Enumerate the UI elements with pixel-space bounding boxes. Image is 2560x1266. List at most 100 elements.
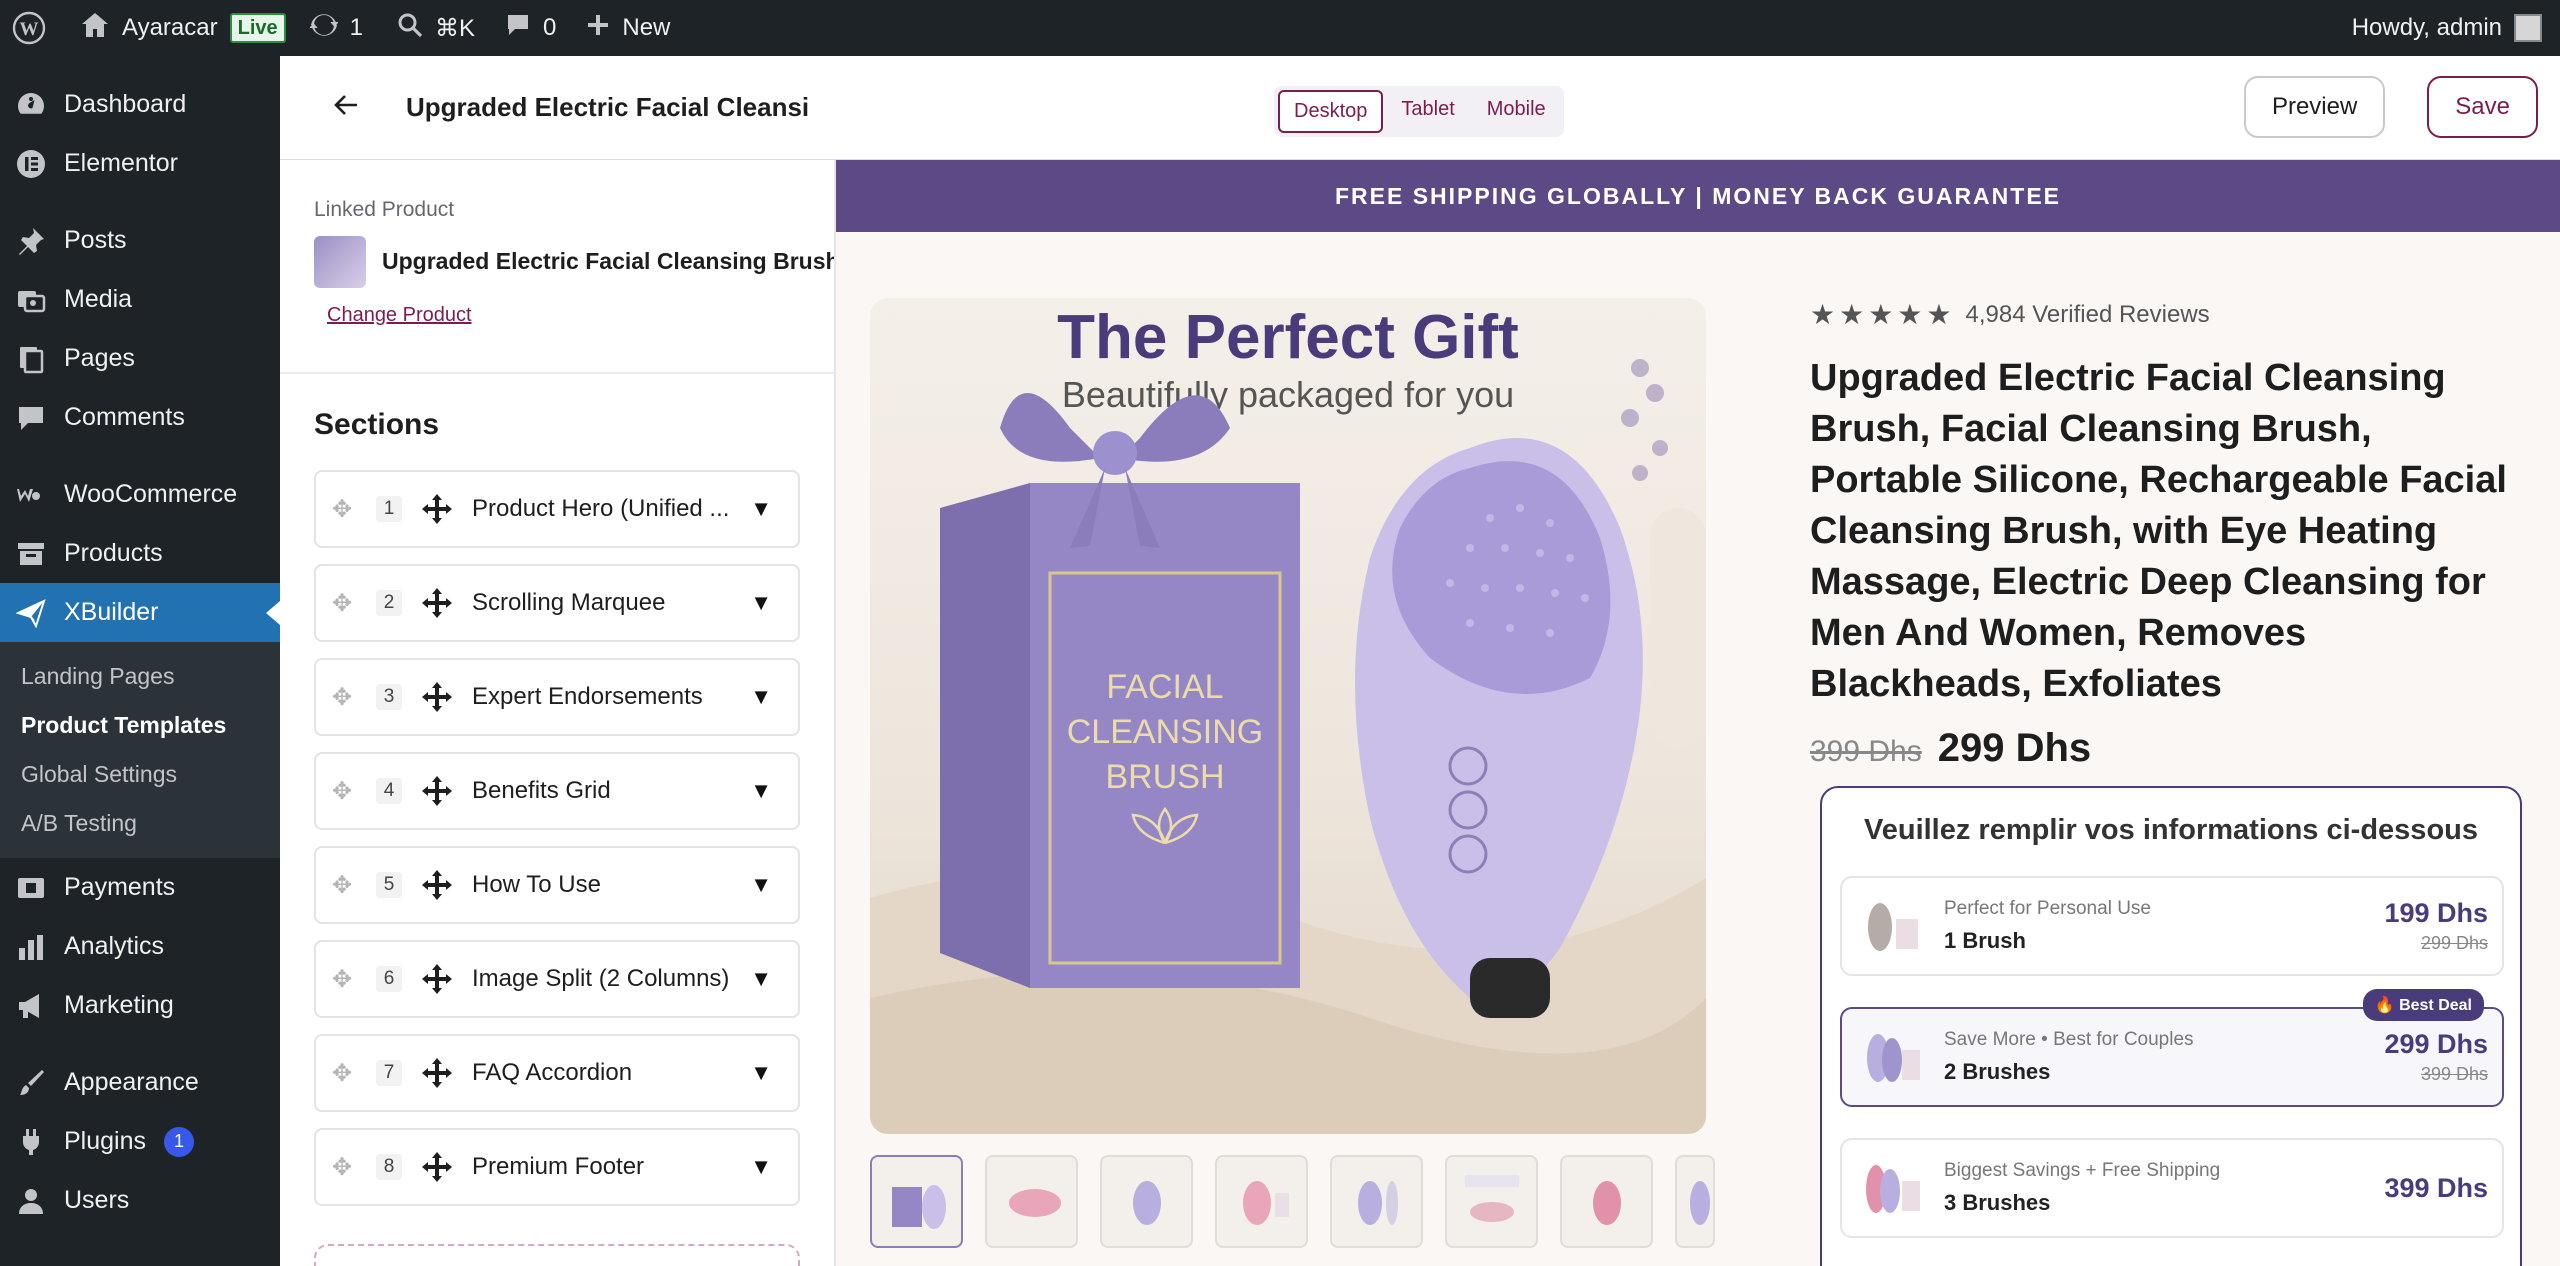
new-content-link[interactable]: New: [568, 0, 682, 56]
back-button[interactable]: [326, 88, 366, 128]
menu-posts[interactable]: Posts: [0, 211, 280, 270]
bundle-name: 1 Brush: [1944, 928, 2026, 953]
bundle-subtitle: Perfect for Personal Use: [1944, 898, 2151, 919]
section-row[interactable]: ✥ 4 Benefits Grid ▼: [314, 752, 800, 830]
thumbnail[interactable]: [1560, 1155, 1653, 1248]
menu-elementor[interactable]: Elementor: [0, 134, 280, 193]
menu-plugins[interactable]: Plugins 1: [0, 1112, 280, 1171]
chevron-down-icon[interactable]: ▼: [750, 778, 772, 804]
move-arrows-icon: [420, 774, 454, 808]
wordpress-logo-icon[interactable]: W: [0, 0, 58, 56]
bundle-option[interactable]: Perfect for Personal Use 1 Brush 199 Dhs…: [1840, 876, 2504, 976]
menu-label: Appearance: [64, 1068, 199, 1096]
svg-text:BRUSH: BRUSH: [1105, 758, 1224, 796]
menu-label: Pages: [64, 344, 135, 372]
drag-handle-icon[interactable]: ✥: [332, 965, 362, 994]
chevron-down-icon[interactable]: ▼: [750, 872, 772, 898]
plus-icon: [586, 13, 610, 44]
site-name-link[interactable]: Ayaracar Live: [58, 0, 298, 56]
save-button[interactable]: Save: [2427, 76, 2538, 138]
add-section-dropzone[interactable]: [314, 1244, 800, 1266]
product-title: Upgraded Electric Facial Cleansing Brush…: [1810, 357, 2507, 705]
menu-woocommerce[interactable]: WooCommerce: [0, 465, 280, 524]
menu-xbuilder[interactable]: XBuilder: [0, 583, 280, 642]
preview-canvas: FREE SHIPPING GLOBALLY | MONEY BACK GUAR…: [836, 160, 2560, 1266]
drag-handle-icon[interactable]: ✥: [332, 871, 362, 900]
thumbnail[interactable]: [1215, 1155, 1308, 1248]
move-arrows-icon: [420, 586, 454, 620]
submenu-landing-pages[interactable]: Landing Pages: [0, 652, 280, 701]
chevron-down-icon[interactable]: ▼: [750, 496, 772, 522]
elementor-icon: [16, 149, 46, 179]
drag-handle-icon[interactable]: ✥: [332, 589, 362, 618]
menu-dashboard[interactable]: Dashboard: [0, 75, 280, 134]
howdy-text: Howdy, admin: [2351, 14, 2502, 41]
drag-handle-icon[interactable]: ✥: [332, 683, 362, 712]
menu-pages[interactable]: Pages: [0, 329, 280, 388]
chevron-down-icon[interactable]: ▼: [750, 684, 772, 710]
section-row[interactable]: ✥ 8 Premium Footer ▼: [314, 1128, 800, 1206]
account-menu[interactable]: Howdy, admin: [2352, 14, 2560, 42]
device-mobile-button[interactable]: Mobile: [1473, 90, 1560, 133]
thumbnail[interactable]: [1100, 1155, 1193, 1248]
chevron-down-icon[interactable]: ▼: [750, 1154, 772, 1180]
drag-handle-icon[interactable]: ✥: [332, 1059, 362, 1088]
thumbnail[interactable]: [1445, 1155, 1538, 1248]
menu-marketing[interactable]: Marketing: [0, 976, 280, 1035]
thumbnail[interactable]: [985, 1155, 1078, 1248]
menu-label: Products: [64, 539, 163, 567]
section-name: FAQ Accordion: [472, 1059, 633, 1086]
menu-appearance[interactable]: Appearance: [0, 1053, 280, 1112]
section-row[interactable]: ✥ 1 Product Hero (Unified ... ▼: [314, 470, 800, 548]
change-product-link[interactable]: Change Product: [327, 304, 472, 327]
drag-handle-icon[interactable]: ✥: [332, 1153, 362, 1182]
section-name: Product Hero (Unified ...: [472, 495, 730, 522]
menu-media[interactable]: Media: [0, 270, 280, 329]
device-desktop-button[interactable]: Desktop: [1278, 90, 1384, 133]
device-tablet-button[interactable]: Tablet: [1387, 90, 1468, 133]
menu-products[interactable]: Products: [0, 524, 280, 583]
thumbnail[interactable]: [870, 1155, 963, 1248]
search-icon: [397, 12, 423, 45]
bundle-option[interactable]: Biggest Savings + Free Shipping 3 Brushe…: [1840, 1138, 2504, 1238]
section-row[interactable]: ✥ 2 Scrolling Marquee ▼: [314, 564, 800, 642]
search-link[interactable]: ⌘K: [375, 0, 487, 56]
pages-icon: [16, 344, 46, 374]
product-main-image[interactable]: The Perfect Gift Beautifully packaged fo…: [870, 298, 1706, 1134]
menu-payments[interactable]: Payments: [0, 858, 280, 917]
section-row[interactable]: ✥ 7 FAQ Accordion ▼: [314, 1034, 800, 1112]
preview-button[interactable]: Preview: [2243, 76, 2386, 138]
submenu-product-templates[interactable]: Product Templates: [0, 701, 280, 750]
menu-analytics[interactable]: Analytics: [0, 917, 280, 976]
bundle-option-selected[interactable]: 🔥 Best Deal Save More • Best for Couples…: [1840, 989, 2504, 1107]
submenu-global-settings[interactable]: Global Settings: [0, 750, 280, 799]
image-thumbnails: [870, 1155, 1715, 1248]
menu-label: Dashboard: [64, 90, 187, 118]
thumbnail[interactable]: [1675, 1155, 1715, 1248]
section-row[interactable]: ✥ 6 Image Split (2 Columns) ▼: [314, 940, 800, 1018]
linked-product-thumbnail: [314, 236, 366, 288]
comments-link[interactable]: 0: [487, 0, 568, 56]
media-icon: [16, 285, 46, 315]
xbuilder-submenu: Landing Pages Product Templates Global S…: [0, 642, 280, 858]
chevron-down-icon[interactable]: ▼: [750, 966, 772, 992]
order-form: Veuillez remplir vos informations ci-des…: [1820, 786, 2522, 1266]
section-number: 1: [376, 496, 402, 522]
section-name: How To Use: [472, 871, 601, 898]
drag-handle-icon[interactable]: ✥: [332, 777, 362, 806]
rating-row: ★★★★★ 4,984 Verified Reviews: [1810, 298, 2530, 331]
chevron-down-icon[interactable]: ▼: [750, 1060, 772, 1086]
submenu-ab-testing[interactable]: A/B Testing: [0, 799, 280, 848]
chevron-down-icon[interactable]: ▼: [750, 590, 772, 616]
updates-link[interactable]: 1: [298, 0, 375, 56]
menu-label: Media: [64, 285, 133, 313]
drag-handle-icon[interactable]: ✥: [332, 495, 362, 524]
section-row[interactable]: ✥ 3 Expert Endorsements ▼: [314, 658, 800, 736]
menu-users[interactable]: Users: [0, 1171, 280, 1230]
best-deal-badge: 🔥 Best Deal: [2362, 989, 2484, 1021]
menu-comments[interactable]: Comments: [0, 388, 280, 447]
thumbnail[interactable]: [1330, 1155, 1423, 1248]
pin-icon: [16, 226, 46, 256]
device-switcher: Desktop Tablet Mobile: [1274, 86, 1564, 137]
section-row[interactable]: ✥ 5 How To Use ▼: [314, 846, 800, 924]
